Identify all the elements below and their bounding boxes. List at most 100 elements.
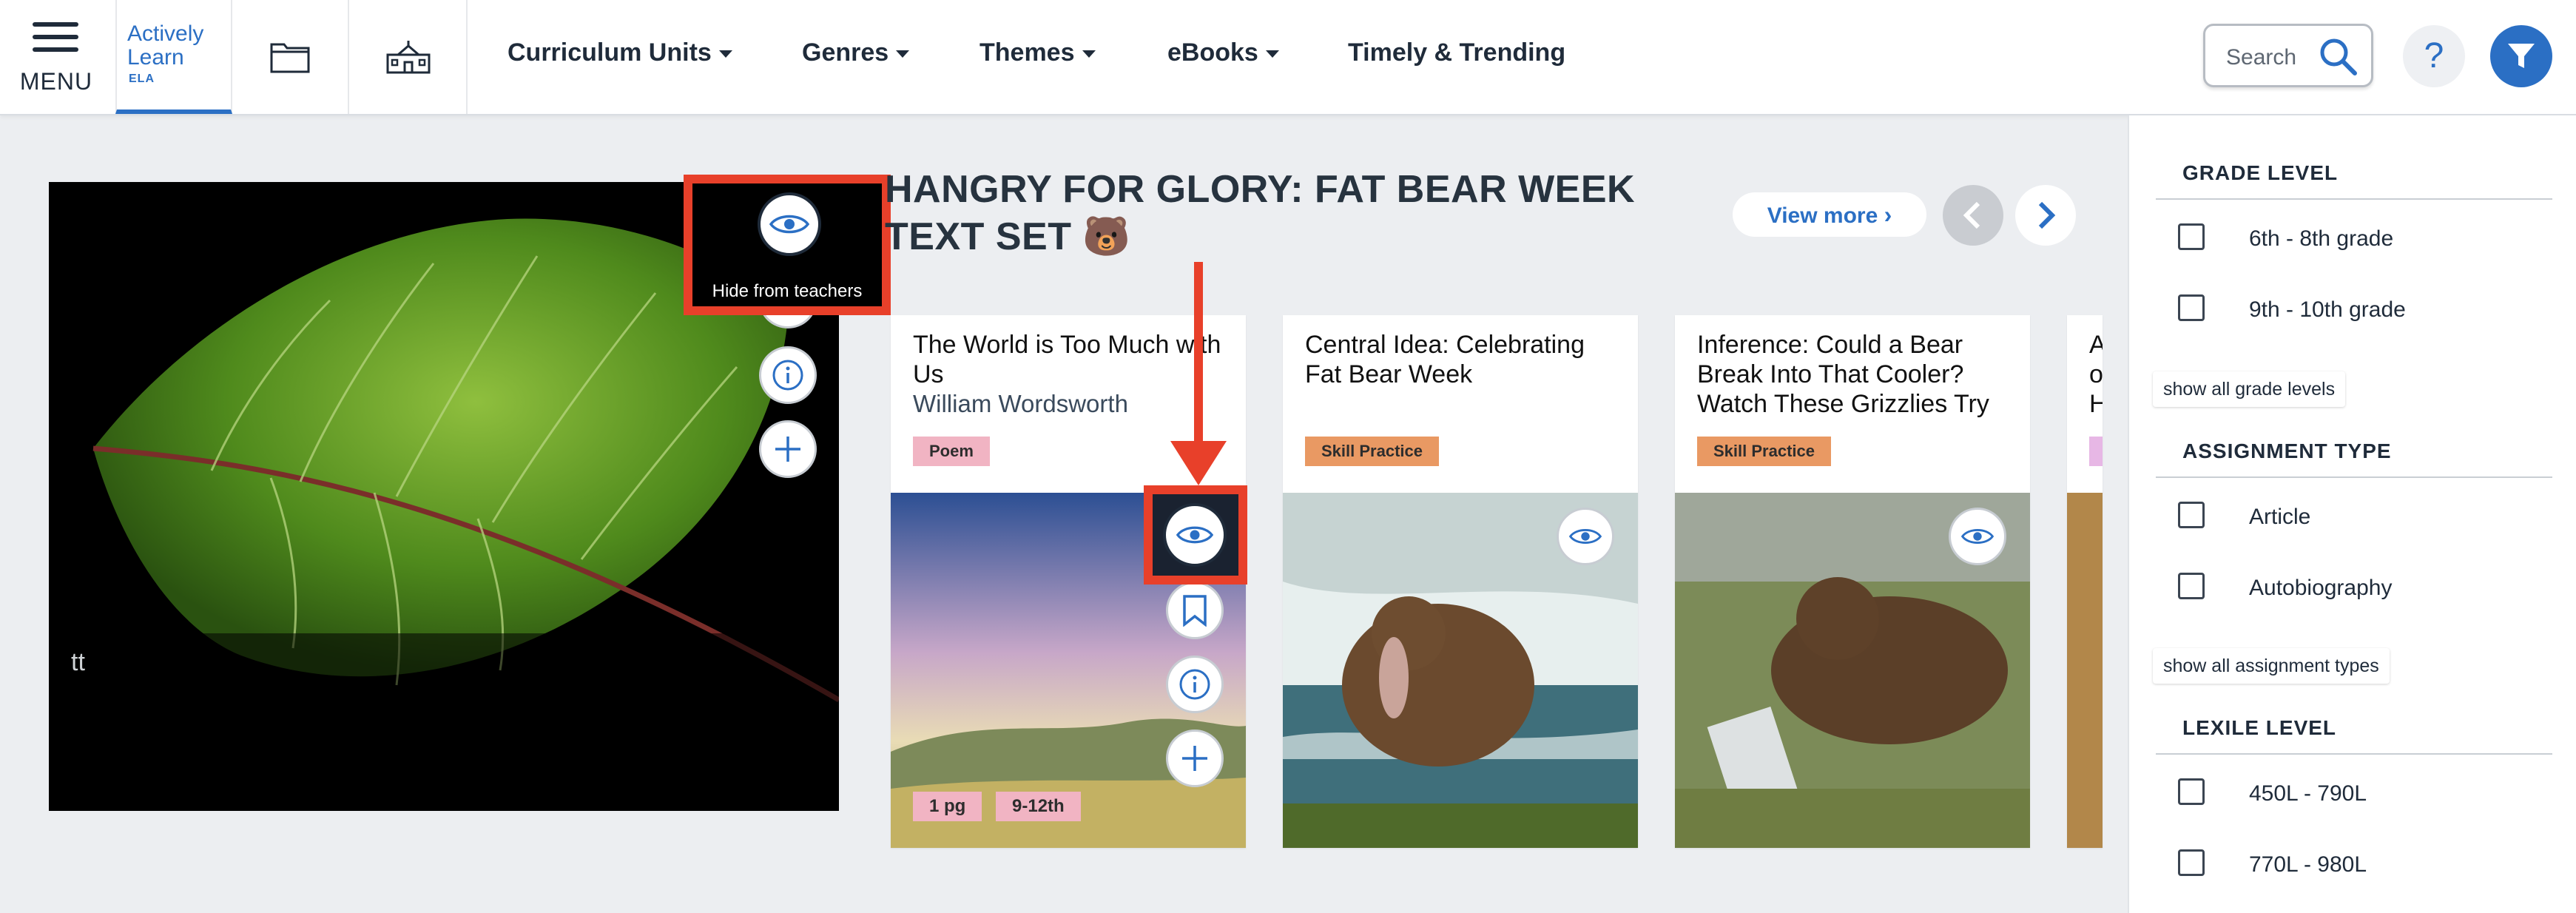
checkbox[interactable] bbox=[2178, 223, 2205, 250]
assignment-card[interactable]: Inference: Could a Bear Break Into That … bbox=[1675, 315, 2030, 848]
plus-icon bbox=[1182, 746, 1207, 771]
chevron-right-icon bbox=[2038, 201, 2056, 229]
card-hide-button[interactable] bbox=[1949, 508, 2006, 565]
carousel-prev-button[interactable] bbox=[1943, 185, 2003, 246]
text-set-title: HANGRY FOR GLORY: FAT BEAR WEEK TEXT SET… bbox=[885, 168, 1636, 258]
filter-sidebar: GRADE LEVEL 6th - 8th grade 9th - 10th g… bbox=[2128, 115, 2576, 913]
hide-from-teachers-callout[interactable]: Hide from teachers bbox=[684, 175, 891, 315]
eye-icon bbox=[769, 215, 809, 234]
hero-overlay-text: tt bbox=[71, 648, 85, 676]
caret-down-icon bbox=[1082, 50, 1096, 58]
caret-down-icon bbox=[718, 50, 732, 58]
checkbox[interactable] bbox=[2178, 849, 2205, 876]
grade-level-heading: GRADE LEVEL bbox=[2182, 161, 2339, 184]
school-icon bbox=[386, 41, 431, 74]
annotation-arrow-shaft bbox=[1194, 262, 1203, 444]
nav-timely-trending[interactable]: Timely & Trending bbox=[1348, 38, 1565, 67]
chevron-left-icon bbox=[1963, 201, 1980, 229]
option-label: 9th - 10th grade bbox=[2249, 297, 2406, 322]
lexile-level-heading: LEXILE LEVEL bbox=[2182, 716, 2337, 739]
top-navigation: MENU Actively Learn ELA Curriculum Units… bbox=[0, 0, 2576, 115]
nav-ebooks[interactable]: eBooks bbox=[1167, 38, 1279, 67]
genre-tag: Poem bbox=[913, 437, 990, 466]
card-add-button[interactable] bbox=[1166, 730, 1224, 787]
menu-button[interactable]: MENU bbox=[0, 0, 112, 114]
hide-from-teachers-tooltip: Hide from teachers bbox=[712, 281, 863, 301]
view-more-button[interactable]: View more › bbox=[1733, 192, 1926, 237]
search-input[interactable]: Search bbox=[2226, 45, 2296, 70]
eye-icon bbox=[1569, 529, 1602, 544]
nav-themes-label: Themes bbox=[980, 38, 1075, 67]
caret-down-icon bbox=[896, 50, 910, 58]
filter-button[interactable] bbox=[2490, 25, 2552, 87]
logo-line3: ELA bbox=[129, 73, 155, 85]
nav-ebooks-label: eBooks bbox=[1167, 38, 1258, 67]
assignment-type-heading: ASSIGNMENT TYPE bbox=[2182, 439, 2392, 462]
highlighted-hide-button[interactable] bbox=[1144, 485, 1247, 584]
info-icon bbox=[772, 360, 803, 391]
nav-genres[interactable]: Genres bbox=[802, 38, 910, 67]
annotation-arrow-head bbox=[1170, 441, 1227, 485]
assignment-card[interactable]: Central Idea: Celebrating Fat Bear Week … bbox=[1283, 315, 1638, 848]
card-bookmark-button[interactable] bbox=[1166, 582, 1224, 639]
card-title-text: The World is Too Much with Us bbox=[913, 331, 1221, 388]
option-label: 770L - 980L bbox=[2249, 852, 2367, 877]
hero-add-button[interactable] bbox=[759, 420, 817, 478]
logo-line2: Learn bbox=[127, 45, 184, 70]
eye-icon bbox=[1176, 526, 1213, 544]
skill-practice-tag: Skill Practice bbox=[1697, 437, 1831, 466]
nav-curriculum-units-label: Curriculum Units bbox=[508, 38, 712, 67]
card-hide-button[interactable] bbox=[1163, 503, 1227, 567]
show-all-assignment-types-button[interactable]: show all assignment types bbox=[2153, 648, 2390, 684]
option-label: 6th - 8th grade bbox=[2249, 226, 2394, 251]
school-nav-button[interactable] bbox=[351, 0, 468, 114]
card-title[interactable]: A o H bbox=[2089, 330, 2103, 419]
folder-icon bbox=[270, 43, 310, 73]
nav-timely-trending-label: Timely & Trending bbox=[1348, 38, 1566, 67]
actively-learn-logo[interactable]: Actively Learn ELA bbox=[115, 0, 232, 114]
hide-from-teachers-button[interactable] bbox=[758, 192, 821, 256]
genre-tag bbox=[2089, 437, 2103, 466]
card-title[interactable]: Central Idea: Celebrating Fat Bear Week bbox=[1305, 330, 1623, 389]
checkbox[interactable] bbox=[2178, 502, 2205, 528]
option-label: 450L - 790L bbox=[2249, 781, 2367, 806]
card-image bbox=[2067, 493, 2103, 848]
search-box[interactable]: Search bbox=[2203, 24, 2373, 87]
card-hide-button[interactable] bbox=[1557, 508, 1614, 565]
view-more-label: View more bbox=[1767, 203, 1878, 228]
nav-genres-label: Genres bbox=[802, 38, 889, 67]
nav-curriculum-units[interactable]: Curriculum Units bbox=[508, 38, 732, 67]
card-author: William Wordsworth bbox=[913, 390, 1128, 417]
info-icon bbox=[1179, 669, 1210, 700]
show-all-grade-levels-button[interactable]: show all grade levels bbox=[2153, 371, 2346, 407]
filter-icon bbox=[2508, 44, 2535, 68]
carousel-next-button[interactable] bbox=[2015, 185, 2076, 246]
caret-down-icon bbox=[1265, 50, 1279, 58]
skill-practice-tag: Skill Practice bbox=[1305, 437, 1439, 466]
nav-themes[interactable]: Themes bbox=[980, 38, 1096, 67]
search-icon[interactable] bbox=[2318, 36, 2359, 78]
hero-info-button[interactable] bbox=[759, 346, 817, 404]
checkbox[interactable] bbox=[2178, 573, 2205, 599]
chevron-right-icon: › bbox=[1884, 201, 1892, 228]
card-title[interactable]: The World is Too Much with Us William Wo… bbox=[913, 330, 1231, 419]
assignment-card-partial[interactable]: A o H bbox=[2067, 315, 2103, 848]
checkbox[interactable] bbox=[2178, 294, 2205, 321]
divider bbox=[2156, 198, 2552, 200]
divider bbox=[2156, 476, 2552, 478]
plus-icon bbox=[775, 437, 800, 462]
card-title[interactable]: Inference: Could a Bear Break Into That … bbox=[1697, 330, 2015, 419]
folder-nav-button[interactable] bbox=[232, 0, 349, 114]
card-info-button[interactable] bbox=[1166, 656, 1224, 713]
eye-icon bbox=[1961, 529, 1994, 544]
option-label: Autobiography bbox=[2249, 576, 2393, 600]
menu-label: MENU bbox=[19, 68, 93, 95]
help-button[interactable]: ? bbox=[2403, 25, 2465, 87]
option-label: Article bbox=[2249, 505, 2311, 529]
checkbox[interactable] bbox=[2178, 778, 2205, 805]
logo-line1: Actively bbox=[127, 21, 204, 46]
grade-range-badge: 9-12th bbox=[996, 792, 1081, 821]
hamburger-icon bbox=[33, 22, 78, 60]
bookmark-icon bbox=[1183, 595, 1207, 627]
page-count-badge: 1 pg bbox=[913, 792, 982, 821]
